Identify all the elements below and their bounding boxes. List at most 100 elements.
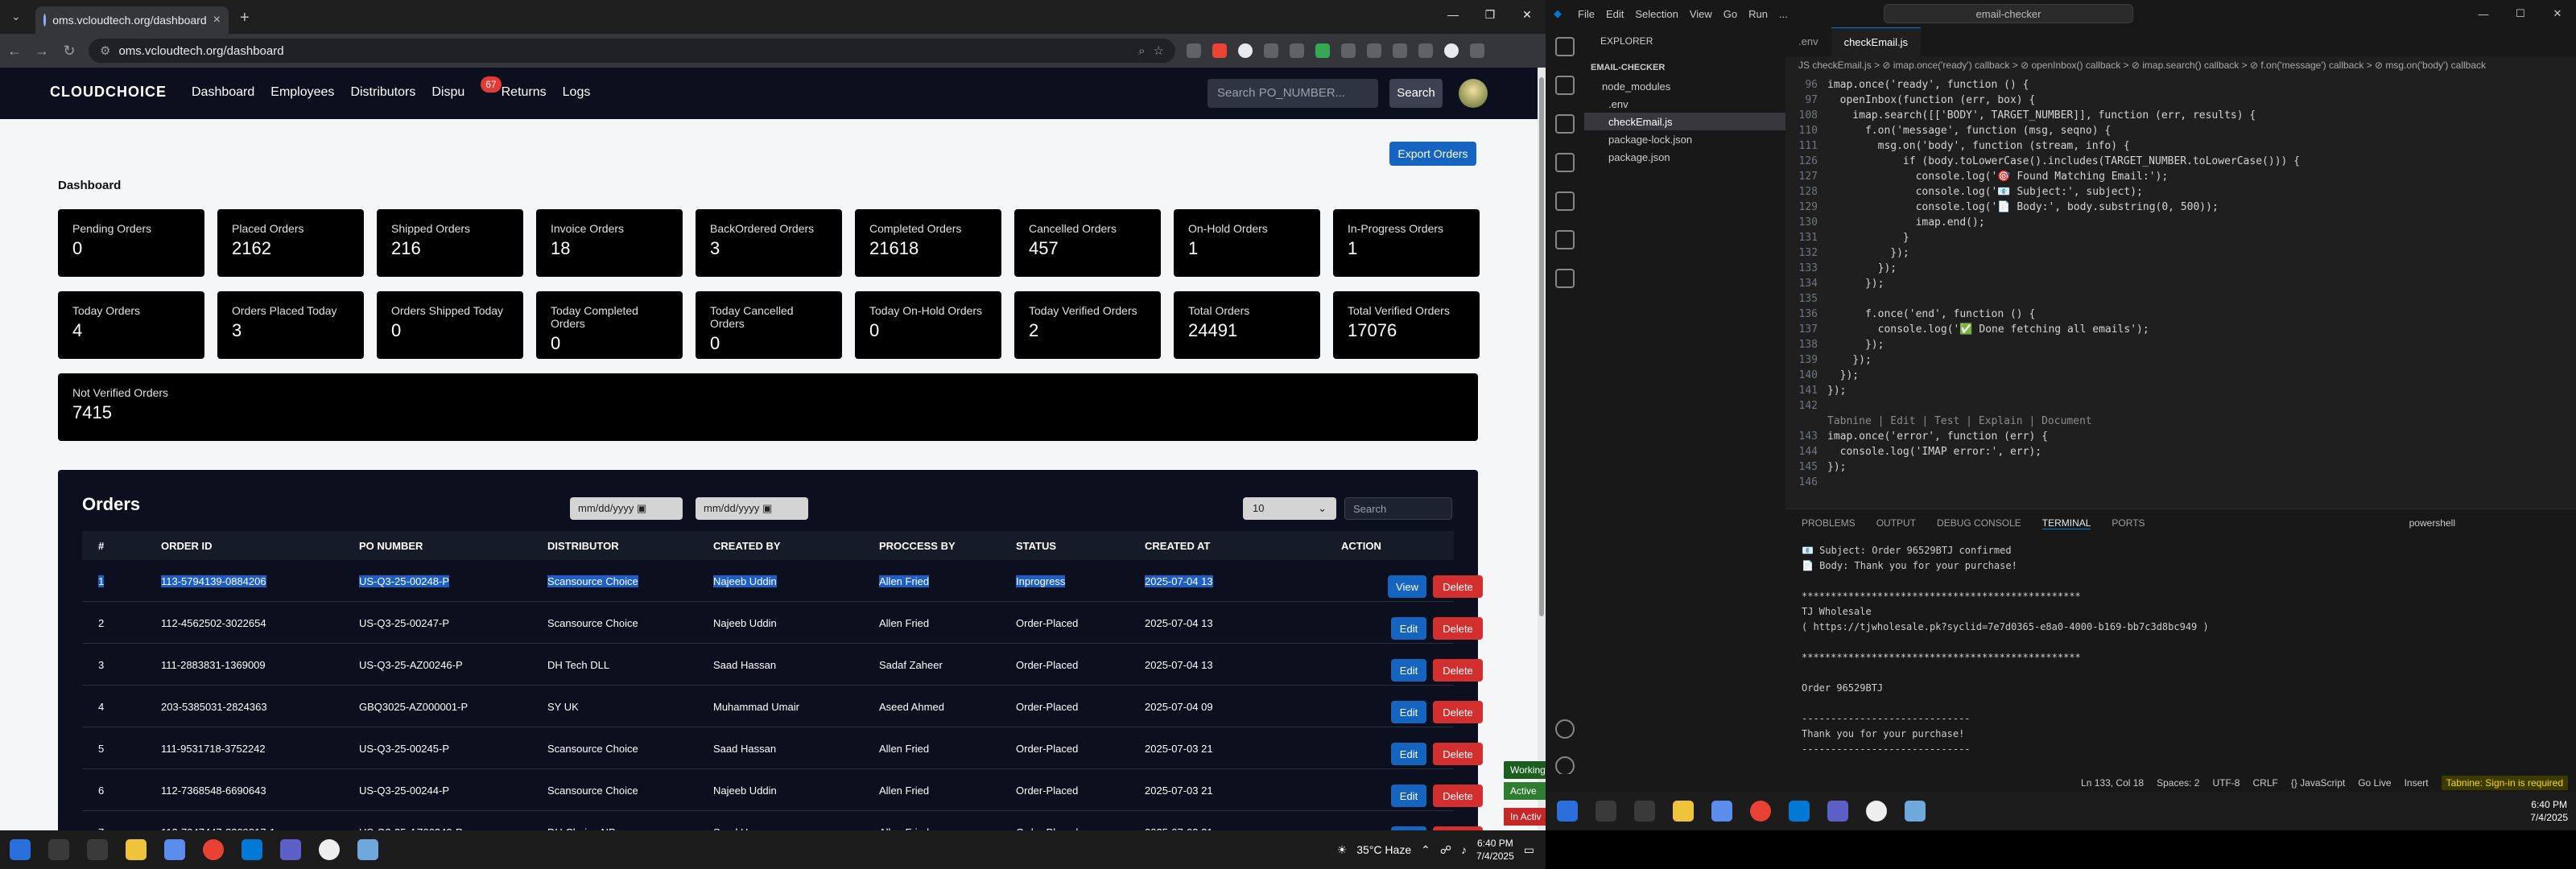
settings-gear-icon[interactable] — [1555, 756, 1575, 776]
nav-logs[interactable]: Logs — [563, 85, 591, 100]
nav-disputes[interactable]: Dispu 67 — [431, 76, 502, 100]
nav-employees[interactable]: Employees — [270, 85, 334, 100]
terminal-output[interactable]: 📧 Subject: Order 96529BTJ confirmed 📄 Bod… — [1802, 545, 2558, 789]
table-row[interactable]: 1 113-5794139-0884206 US-Q3-25-00248-P Scan… — [82, 560, 1483, 602]
tab-search-icon[interactable]: ⌄ — [11, 10, 21, 23]
edit-button[interactable]: Edit — [1391, 743, 1426, 765]
run-debug-icon[interactable] — [1555, 153, 1575, 172]
network-icon[interactable]: ☍ — [1440, 843, 1451, 857]
file-package-json[interactable]: package.json — [1584, 148, 1785, 166]
status-item[interactable]: Insert — [2405, 777, 2429, 789]
status-item[interactable]: CRLF — [2252, 777, 2277, 789]
chrome-tab[interactable]: oms.vcloudtech.org/dashboard × — [35, 6, 229, 34]
extension-icon[interactable] — [1367, 43, 1381, 58]
status-item[interactable]: Go Live — [2358, 777, 2391, 789]
extension-icon[interactable] — [1238, 43, 1253, 58]
address-bar[interactable]: ⚙ oms.vcloudtech.org/dashboard ⌕ ☆ — [89, 39, 1175, 63]
search-icon[interactable] — [48, 839, 69, 860]
puzzle-icon[interactable] — [1393, 43, 1407, 58]
calendar-icon[interactable]: ▣ — [637, 502, 646, 514]
clock[interactable]: 6:40 PM 7/4/2025 — [1476, 837, 1514, 863]
app-icon[interactable] — [1827, 801, 1848, 822]
windows-start-icon[interactable] — [10, 839, 31, 860]
chrome-icon[interactable] — [1750, 801, 1771, 822]
tab-output[interactable]: OUTPUT — [1876, 517, 1916, 529]
maximize-icon[interactable]: ☐ — [2502, 0, 2539, 27]
page-scrollbar[interactable] — [1538, 68, 1546, 830]
table-row[interactable]: 4 203-5385031-2824363 GBQ3025-AZ000001-P SY… — [82, 686, 1483, 727]
app-icon[interactable] — [280, 839, 301, 860]
extension-icon[interactable] — [1212, 43, 1227, 58]
command-center[interactable]: email-checker — [1884, 4, 2133, 23]
edit-button[interactable]: Edit — [1391, 701, 1426, 723]
date-from-input[interactable]: mm/dd/yyyy ▣ — [570, 497, 683, 520]
windows-start-icon[interactable] — [1557, 801, 1578, 822]
file-checkemail[interactable]: checkEmail.js — [1584, 113, 1785, 130]
extension-icon[interactable] — [1264, 43, 1278, 58]
menu-selection[interactable]: Selection — [1635, 8, 1678, 20]
remote-explorer-icon[interactable] — [1555, 230, 1575, 249]
search-icon[interactable] — [1596, 801, 1616, 822]
vscode-icon[interactable] — [242, 839, 262, 860]
delete-button[interactable]: Delete — [1433, 785, 1483, 807]
tab-ports[interactable]: PORTS — [2112, 517, 2145, 529]
table-row[interactable]: 5 111-9531718-3752242 US-Q3-25-00245-P Scan… — [82, 727, 1483, 769]
menu-more[interactable]: ... — [1779, 8, 1788, 20]
active-status-button[interactable]: Active — [1504, 782, 1546, 800]
vscode-icon[interactable] — [1789, 801, 1810, 822]
extension-icon[interactable] — [1315, 43, 1330, 58]
weather-text[interactable]: 35°C Haze — [1356, 843, 1411, 856]
search-icon[interactable] — [1555, 76, 1575, 95]
working-status-widget[interactable]: Working Status: Active — [1504, 761, 1546, 779]
table-row[interactable]: 2 112-4562502-3022654 US-Q3-25-00247-P Scan… — [82, 602, 1483, 644]
menu-icon[interactable] — [1470, 43, 1484, 58]
bookmark-star-icon[interactable]: ☆ — [1154, 43, 1164, 58]
weather-icon[interactable]: ☀ — [1337, 843, 1348, 857]
tab-problems[interactable]: PROBLEMS — [1802, 517, 1856, 529]
calendar-icon[interactable]: ▣ — [762, 502, 772, 514]
page-size-select[interactable]: 10 ⌄ — [1243, 497, 1336, 520]
breadcrumb[interactable]: JS checkEmail.js > ⊘ imap.once('ready') … — [1785, 56, 2576, 74]
chrome-icon[interactable] — [203, 839, 224, 860]
clock[interactable]: 6:40 PM 7/4/2025 — [2530, 798, 2568, 824]
tab-env[interactable]: .env — [1785, 27, 1831, 56]
tray-chevron-icon[interactable]: ⌃ — [1421, 843, 1430, 857]
extension-icon[interactable] — [1341, 43, 1356, 58]
menu-go[interactable]: Go — [1724, 8, 1737, 20]
app-icon[interactable] — [1905, 801, 1926, 822]
scrollbar-thumb[interactable] — [1539, 77, 1544, 616]
task-view-icon[interactable] — [1634, 801, 1655, 822]
source-control-icon[interactable] — [1555, 114, 1575, 134]
search-button[interactable]: Search — [1389, 79, 1443, 108]
file-explorer-icon[interactable] — [126, 839, 147, 860]
menu-edit[interactable]: Edit — [1606, 8, 1624, 20]
code-editor[interactable]: 96 imap.once('ready', function () {97 ope… — [1785, 74, 2576, 509]
reload-icon[interactable]: ↻ — [61, 43, 77, 60]
edit-button[interactable]: Edit — [1391, 659, 1426, 682]
edit-button[interactable]: Edit — [1391, 617, 1426, 640]
nav-distributors[interactable]: Distributors — [350, 85, 415, 100]
volume-icon[interactable]: ♪ — [1461, 843, 1467, 856]
status-item[interactable]: UTF-8 — [2212, 777, 2240, 789]
view-button[interactable]: View — [1388, 575, 1426, 598]
table-row[interactable]: 6 112-7368548-6690643 US-Q3-25-00244-P Scan… — [82, 769, 1483, 811]
close-icon[interactable]: × — [213, 13, 221, 27]
tab-checkemail[interactable]: checkEmail.js — [1831, 27, 1922, 56]
tab-debug-console[interactable]: DEBUG CONSOLE — [1937, 517, 2021, 529]
status-item[interactable]: {} JavaScript — [2291, 777, 2345, 789]
delete-button[interactable]: Delete — [1433, 659, 1483, 682]
edit-button[interactable]: Edit — [1391, 785, 1426, 807]
po-search-input[interactable]: Search PO_NUMBER... — [1208, 79, 1378, 108]
account-icon[interactable] — [1555, 719, 1575, 739]
close-window-icon[interactable]: ✕ — [2539, 0, 2576, 27]
delete-button[interactable]: Delete — [1433, 701, 1483, 723]
extensions-icon[interactable] — [1555, 192, 1575, 211]
back-icon[interactable]: ← — [6, 43, 23, 60]
status-item[interactable]: Ln 133, Col 18 — [2081, 777, 2144, 789]
app-icon[interactable] — [319, 839, 340, 860]
date-to-input[interactable]: mm/dd/yyyy ▣ — [696, 497, 808, 520]
task-view-icon[interactable] — [87, 839, 108, 860]
inactive-status-button[interactable]: In Activ — [1504, 808, 1546, 826]
extension-icon[interactable] — [1187, 43, 1201, 58]
file-package-lock[interactable]: package-lock.json — [1584, 130, 1785, 148]
